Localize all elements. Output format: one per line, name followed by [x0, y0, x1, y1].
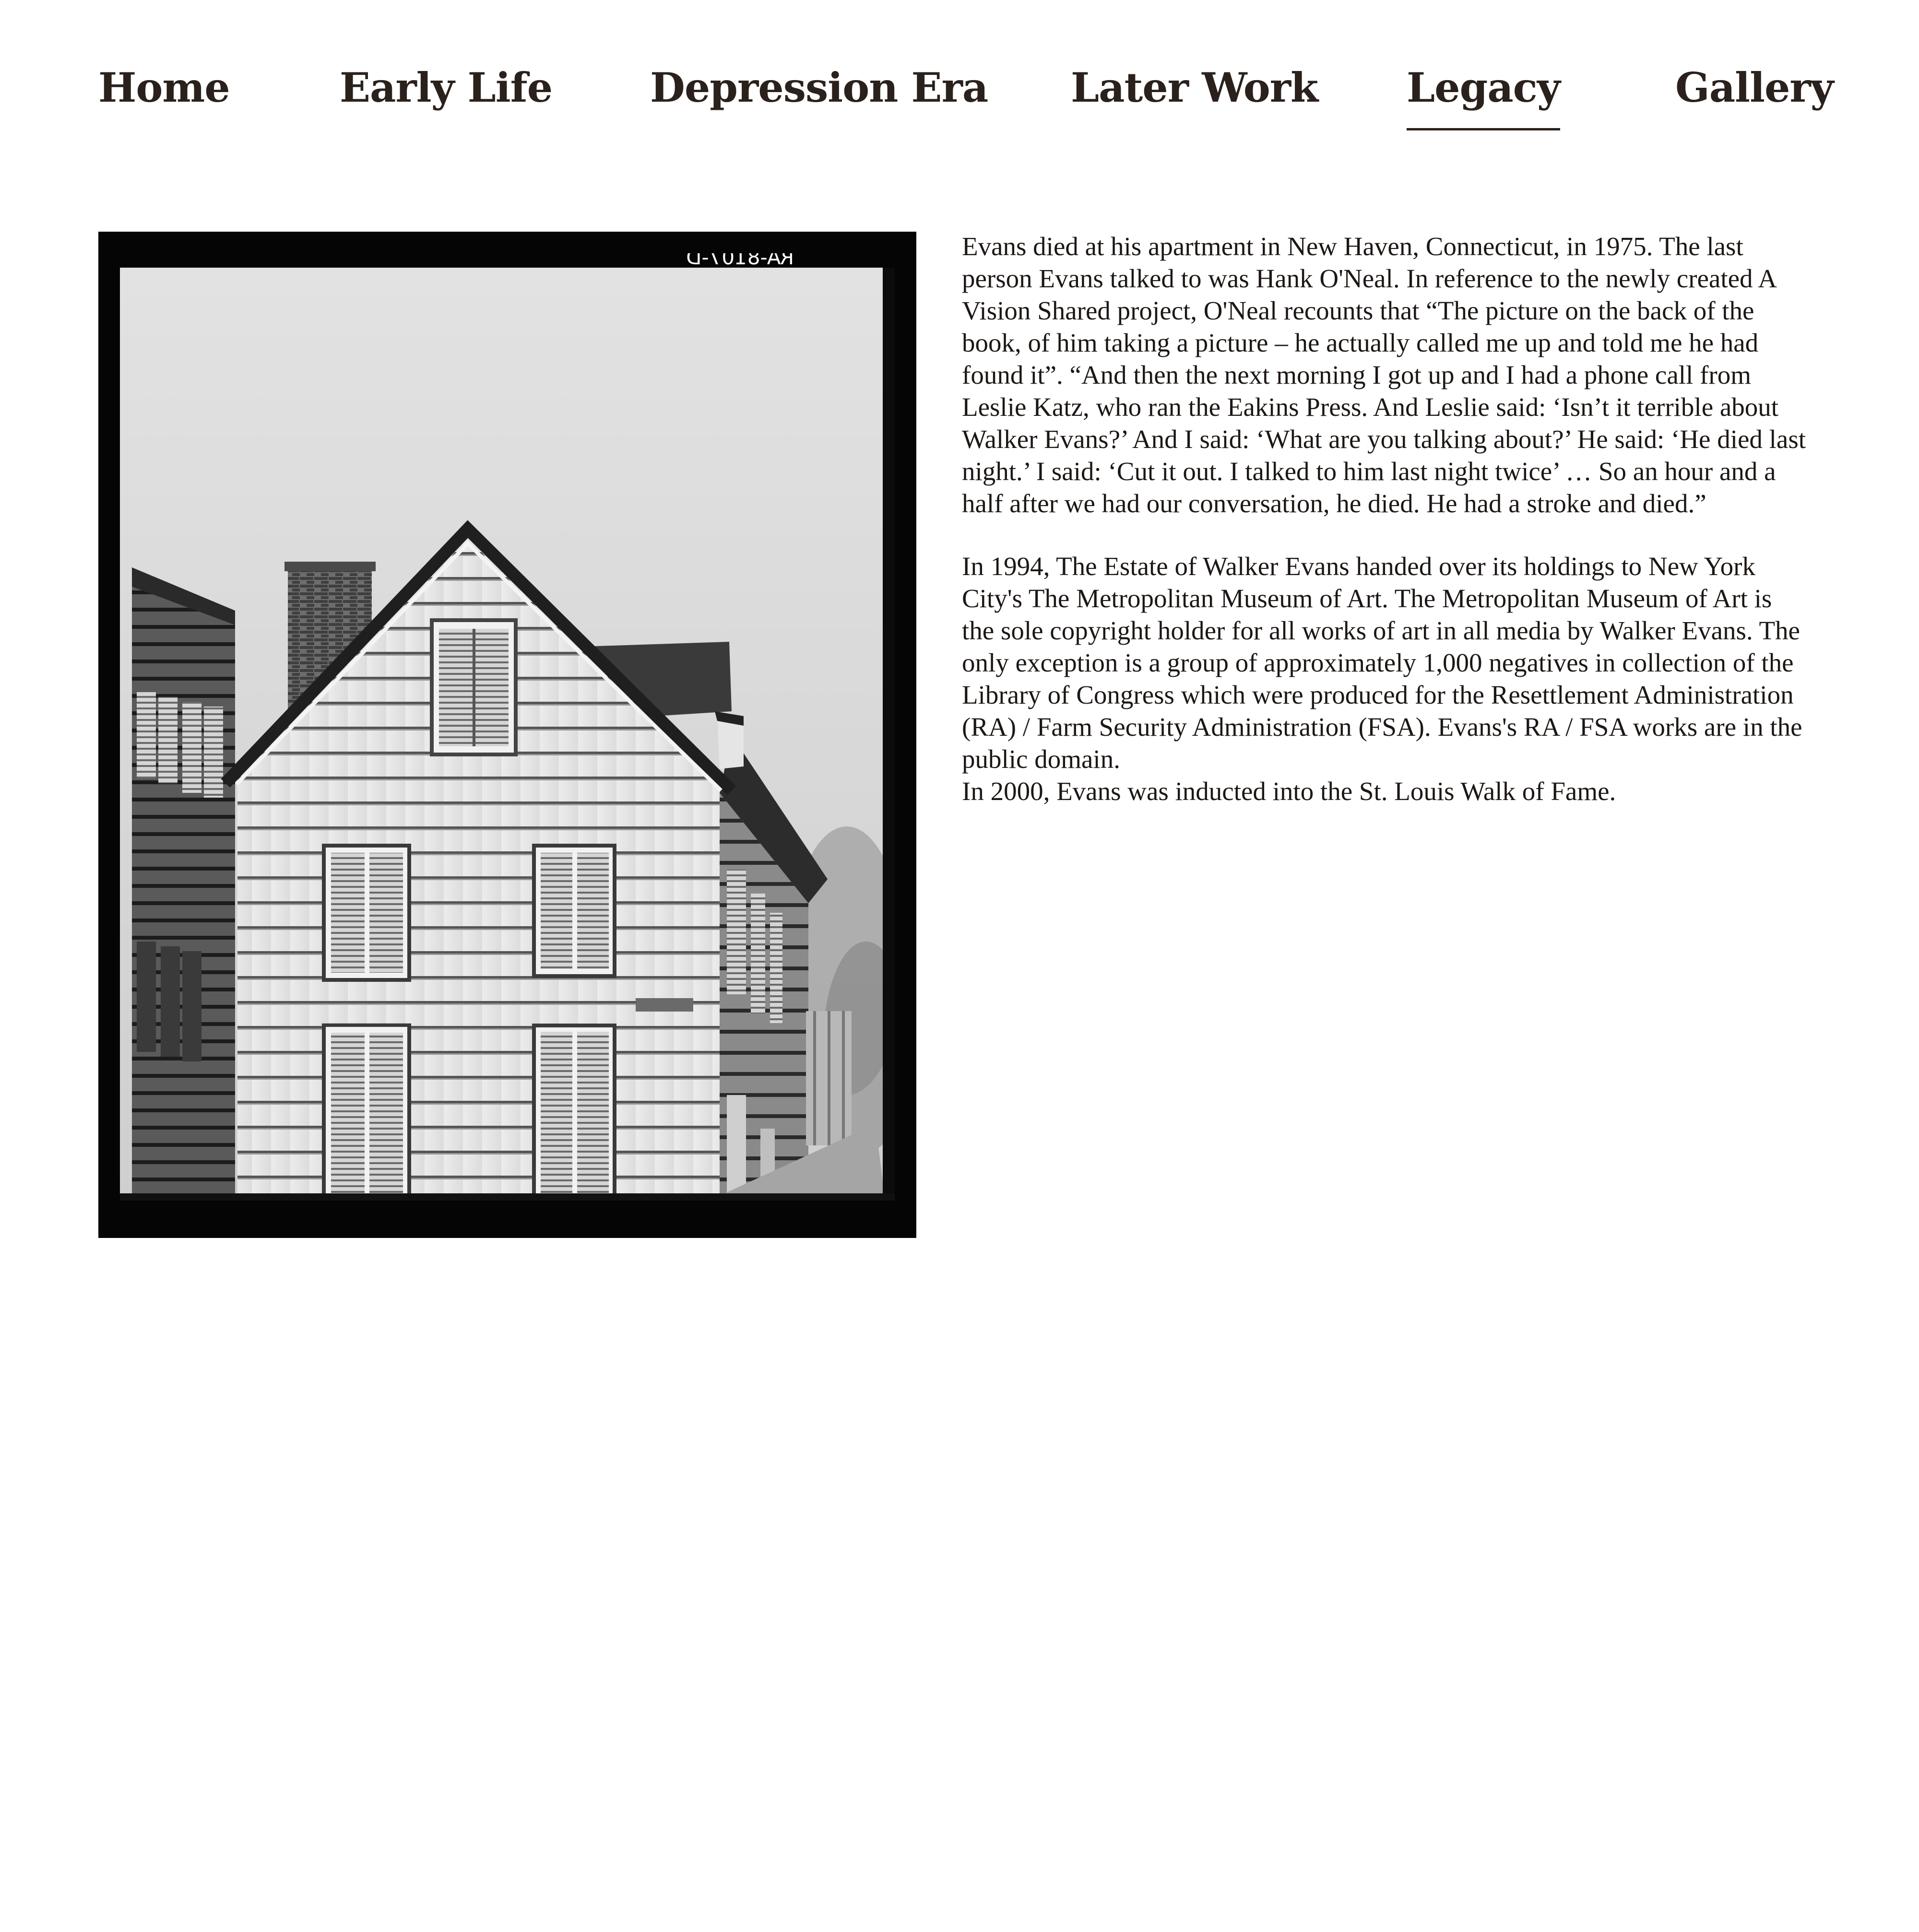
nav-item-depression-era[interactable]: Depression Era — [650, 61, 988, 114]
nav-item-label: Early Life — [340, 64, 553, 111]
legacy-photograph: RA-8107-D — [98, 232, 916, 1238]
nav-item-label: Later Work — [1071, 64, 1318, 111]
article-paragraph: In 2000, Evans was inducted into the St.… — [962, 777, 1616, 806]
top-navigation: Home Early Life Depression Era Later Wor… — [0, 0, 1919, 134]
page: Home Early Life Depression Era Later Wor… — [0, 0, 1919, 1932]
nav-item-home[interactable]: Home — [98, 61, 230, 114]
article-paragraph: In 1994, The Estate of Walker Evans hand… — [962, 552, 1802, 774]
active-tab-underline — [1407, 128, 1560, 130]
article-paragraph: Evans died at his apartment in New Haven… — [962, 232, 1806, 518]
nav-item-early-life[interactable]: Early Life — [340, 61, 553, 114]
nav-item-label: Home — [98, 64, 230, 111]
nav-item-gallery[interactable]: Gallery — [1675, 61, 1834, 114]
nav-item-label: Gallery — [1675, 64, 1834, 111]
nav-item-label: Depression Era — [650, 64, 988, 111]
nav-item-legacy[interactable]: Legacy — [1407, 61, 1561, 130]
nav-item-label: Legacy — [1407, 64, 1561, 111]
legacy-article: Evans died at his apartment in New Haven… — [962, 230, 1806, 807]
nav-item-later-work[interactable]: Later Work — [1071, 61, 1318, 114]
